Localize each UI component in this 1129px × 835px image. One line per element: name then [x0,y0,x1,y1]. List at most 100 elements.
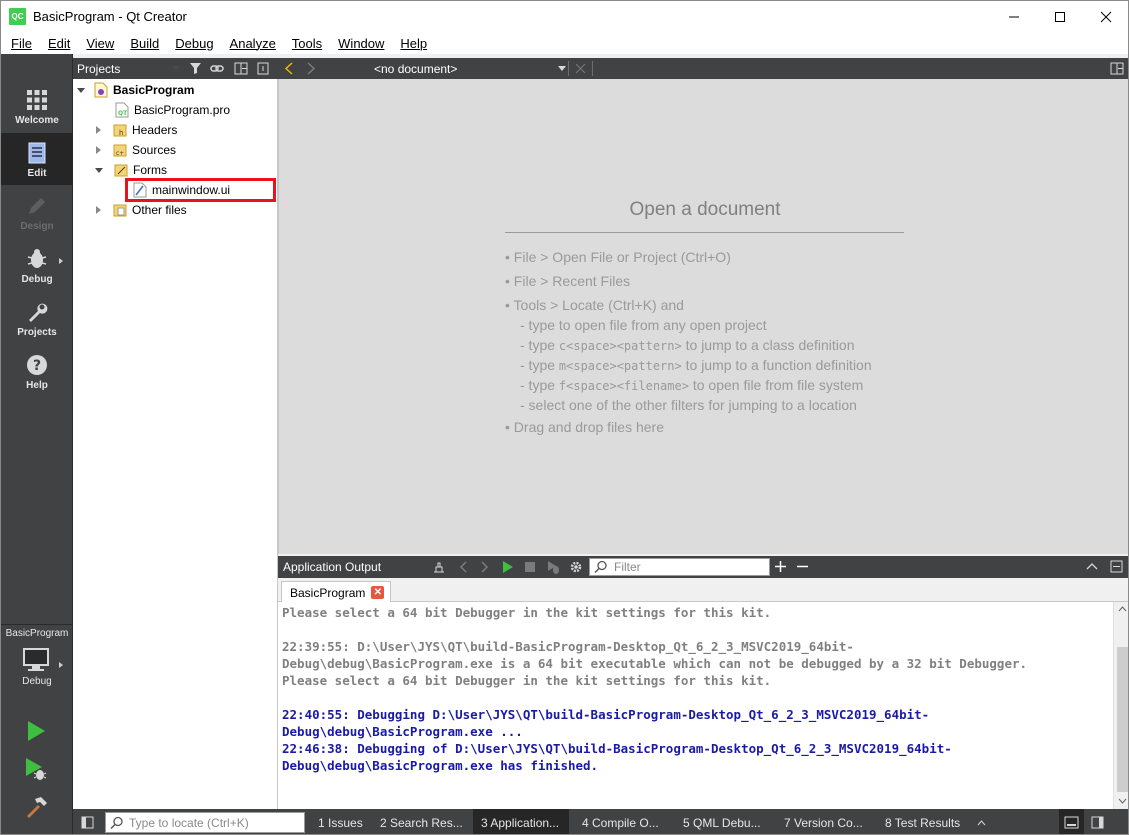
zoom-out-minus-icon[interactable] [796,560,809,573]
output-line: Please select a 64 bit Debugger in the k… [282,605,772,620]
menu-build[interactable]: Build [122,36,167,51]
hint-locate: • Tools > Locate (Ctrl+K) and [505,297,684,313]
project-icon [94,82,108,98]
split-editor-icon[interactable] [1110,62,1124,75]
mode-edit[interactable]: Edit [1,133,73,185]
mode-projects[interactable]: Projects [1,292,73,344]
close-tab-icon[interactable]: ✕ [371,586,385,599]
scrollbar-thumb[interactable] [1117,647,1128,792]
progress-details-button[interactable] [1059,809,1084,834]
back-arrow-icon[interactable] [284,62,294,75]
ui-file-icon [133,182,147,198]
expand-arrow-icon[interactable] [77,87,85,93]
tree-label-other-files: Other files [132,203,187,217]
toggle-right-sidebar-icon[interactable] [1091,816,1104,829]
menu-debug[interactable]: Debug [167,36,221,51]
menu-file[interactable]: File [3,36,40,51]
debug-run-button[interactable] [23,756,49,785]
filter-icon[interactable] [189,62,203,75]
attach-icon[interactable] [432,560,446,574]
run-button[interactable] [23,718,49,747]
collapse-arrow-icon[interactable] [96,126,101,134]
close-icon [1100,11,1112,22]
output-pane-tab-issues[interactable]: 1 Issues [310,809,371,834]
hint-function-definition: - type m<space><pattern> to jump to a fu… [520,357,872,373]
kit-selector[interactable]: Debug [1,646,73,698]
hint-type-open: - type to open file from any open projec… [520,317,767,333]
output-pane-tab-compile-output[interactable]: 4 Compile O... [574,809,670,834]
link-icon[interactable] [210,62,224,75]
tree-item-forms[interactable]: Forms [95,160,167,180]
question-icon: ? [26,354,48,376]
zoom-in-plus-icon[interactable] [774,560,787,573]
menu-view[interactable]: View [78,36,122,51]
maximize-pane-chevron-up-icon[interactable] [1086,561,1098,571]
scroll-up-icon[interactable] [1118,606,1127,612]
close-pane-icon[interactable] [257,62,269,75]
gear-icon[interactable] [569,560,583,574]
collapse-arrow-icon[interactable] [96,206,101,214]
next-icon[interactable] [480,561,489,573]
output-pane-tab-version-control[interactable]: 7 Version Co... [776,809,872,834]
rerun-icon[interactable] [501,560,515,574]
scroll-down-icon[interactable] [1118,798,1127,804]
close-output-pane-icon[interactable] [1110,560,1123,573]
tree-item-sources[interactable]: c+ Sources [96,140,176,160]
heading-underline [505,232,904,233]
mode-label-welcome: Welcome [15,115,59,126]
build-button[interactable] [23,794,49,823]
tree-item-pro-file[interactable]: QT BasicProgram.pro [115,100,230,120]
toolbar-separator [568,61,569,76]
output-scrollbar[interactable] [1113,602,1128,809]
hint-recent-files: • File > Recent Files [505,273,631,289]
collapse-arrow-icon[interactable] [96,146,101,154]
output-tab-basicprogram[interactable]: BasicProgram ✕ [281,581,392,603]
minimize-button[interactable] [991,1,1037,32]
tree-item-headers[interactable]: h Headers [96,120,177,140]
split-icon[interactable] [234,62,248,75]
forward-arrow-icon[interactable] [306,62,316,75]
mode-debug[interactable]: Debug [1,239,73,291]
maximize-button[interactable] [1037,1,1083,32]
output-pane-tab-search-results[interactable]: 2 Search Res... [372,809,472,834]
tree-item-basicprogram[interactable]: BasicProgram [77,80,194,100]
locator-placeholder: Type to locate (Ctrl+K) [129,815,249,830]
bug-icon [26,248,48,270]
application-output-text[interactable]: Please select a 64 bit Debugger in the k… [278,602,1113,809]
menu-edit[interactable]: Edit [40,36,78,51]
hint-class-definition: - type c<space><pattern> to jump to a cl… [520,337,855,353]
locator-input[interactable]: Type to locate (Ctrl+K) [105,812,305,833]
previous-icon[interactable] [459,561,468,573]
debug-attach-icon[interactable] [546,560,560,574]
close-document-icon[interactable] [575,63,586,74]
qt-creator-window: QC BasicProgram - Qt Creator File Edit V… [0,0,1129,835]
menu-tools[interactable]: Tools [284,36,330,51]
more-tabs-chevron-up-icon[interactable] [977,820,986,826]
menu-help[interactable]: Help [392,36,435,51]
toggle-sidebar-icon[interactable] [81,816,94,829]
editor-area[interactable]: Open a document • File > Open File or Pr… [278,79,1128,554]
tree-item-mainwindow-ui[interactable]: mainwindow.ui [133,180,230,200]
menu-window[interactable]: Window [330,36,392,51]
stop-icon[interactable] [524,561,536,573]
output-pane-tab-qml-debugger[interactable]: 5 QML Debu... [675,809,771,834]
open-document-heading: Open a document [629,199,781,220]
expand-arrow-icon[interactable] [95,167,103,173]
svg-text:QT: QT [118,110,128,117]
output-filter-input[interactable]: Filter [589,558,770,576]
hint-other-filters: - select one of the other filters for ju… [520,397,857,413]
mode-welcome[interactable]: Welcome [1,80,73,132]
output-pane-tab-test-results[interactable]: 8 Test Results [877,809,973,834]
view-selector-chevron-down-icon[interactable] [172,66,180,71]
mode-design[interactable]: Design [1,186,73,238]
wrench-icon [26,301,48,323]
output-pane-tab-application-output[interactable]: 3 Application... [473,809,569,834]
toolbar-separator [592,61,593,76]
mode-help[interactable]: ? Help [1,345,73,397]
close-button[interactable] [1083,1,1128,32]
status-bar: Type to locate (Ctrl+K) 1 Issues 2 Searc… [73,809,1128,834]
menu-analyze[interactable]: Analyze [222,36,284,51]
hint-code: c<space><pattern> [558,339,682,353]
document-selector[interactable]: <no document> [326,58,568,79]
tree-item-other-files[interactable]: Other files [96,200,187,220]
